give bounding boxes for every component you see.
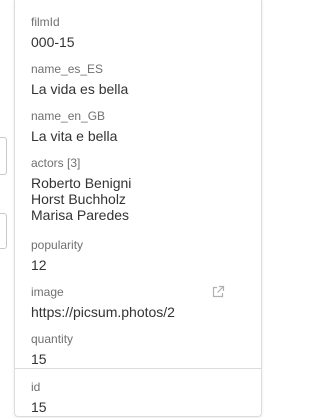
field-value: La vita e bella — [31, 128, 118, 144]
field-quantity: quantity 15 — [31, 332, 251, 367]
field-id: id 15 — [31, 380, 251, 415]
list-item: Horst Buchholz — [31, 191, 126, 207]
page: filmId 000-15 name_es_ES La vida es bell… — [0, 0, 269, 418]
list-item: Roberto Benigni — [31, 175, 132, 191]
field-label: quantity — [31, 332, 74, 346]
field-label: id — [31, 380, 41, 394]
field-value: La vida es bella — [31, 81, 129, 97]
field-name-es: name_es_ES La vida es bella — [31, 62, 251, 97]
field-name-en: name_en_GB La vita e bella — [31, 109, 251, 144]
external-link-icon[interactable] — [211, 285, 225, 299]
field-value: 12 — [31, 257, 47, 273]
field-label: filmId — [31, 15, 60, 29]
background-input-edge — [0, 137, 7, 175]
divider — [15, 368, 261, 369]
field-label: actors [3] — [31, 156, 81, 170]
image-url-value: https://picsum.photos/2 — [31, 304, 175, 320]
list-item: Marisa Paredes — [31, 207, 130, 223]
field-label: name_en_GB — [31, 109, 106, 123]
field-value: 15 — [31, 351, 47, 367]
field-label: name_es_ES — [31, 62, 104, 76]
field-filmid: filmId 000-15 — [31, 15, 251, 50]
field-image: image https://picsum.photos/2 — [31, 285, 251, 320]
record-details-card: filmId 000-15 name_es_ES La vida es bell… — [14, 0, 262, 417]
field-value: 000-15 — [31, 34, 75, 50]
field-label: popularity — [31, 238, 84, 252]
field-popularity: popularity 12 — [31, 238, 251, 273]
background-input-edge — [0, 213, 7, 249]
actors-list: Roberto Benigni Horst Buchholz Marisa Pa… — [31, 175, 251, 223]
field-actors: actors [3] Roberto Benigni Horst Buchhol… — [31, 156, 251, 223]
field-value: 15 — [31, 399, 47, 415]
